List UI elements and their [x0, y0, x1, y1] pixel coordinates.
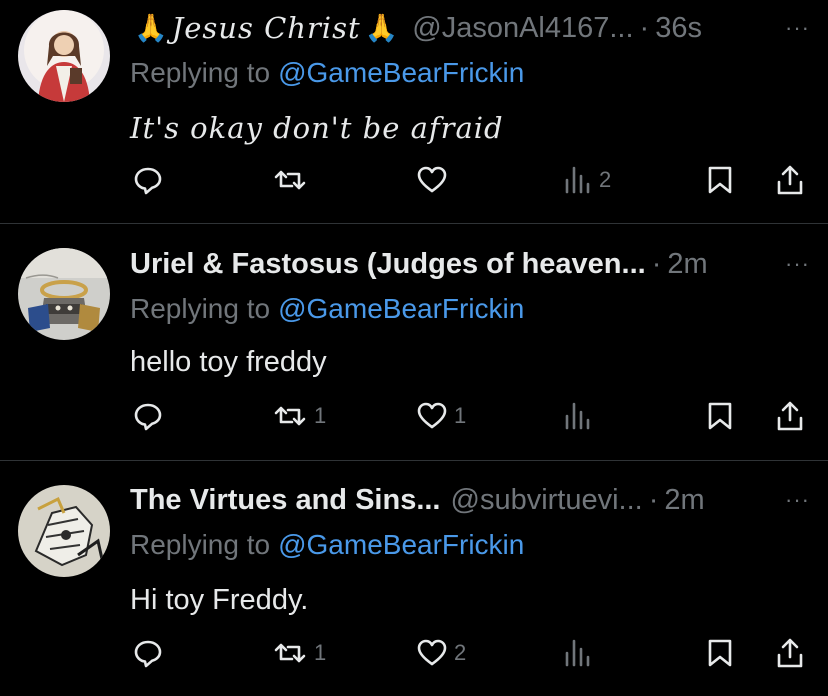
- tweet[interactable]: The Virtues and Sins... @subvirtuevi... …: [0, 461, 828, 696]
- reply-prefix: Replying to: [130, 57, 271, 88]
- share-button[interactable]: [775, 396, 805, 436]
- tweet-header: The Virtues and Sins... @subvirtuevi... …: [130, 480, 804, 520]
- reply-mention[interactable]: @GameBearFrickin: [278, 57, 524, 89]
- avatar[interactable]: [18, 10, 110, 102]
- bookmark-button[interactable]: [706, 160, 734, 200]
- retweet-count: 1: [314, 403, 327, 428]
- share-icon: [775, 163, 805, 197]
- views-button[interactable]: [563, 396, 599, 436]
- views-button[interactable]: 2: [563, 160, 611, 200]
- views-icon: [563, 400, 593, 432]
- like-button[interactable]: [416, 160, 454, 200]
- heart-icon: [416, 164, 448, 196]
- reply-icon: [132, 164, 164, 196]
- handle[interactable]: @JasonAl4167...: [412, 12, 633, 45]
- more-icon[interactable]: ···: [785, 480, 810, 520]
- avatar[interactable]: [18, 248, 110, 340]
- reply-mention[interactable]: @GameBearFrickin: [278, 529, 524, 561]
- views-icon: [563, 637, 593, 669]
- timestamp[interactable]: 36s: [655, 12, 702, 45]
- reply-button[interactable]: [132, 396, 170, 436]
- tweet[interactable]: 🙏 Jesus Christ 🙏 @JasonAl4167... · 36s ·…: [0, 0, 828, 223]
- tweet-text: Hi toy Freddy.: [130, 583, 309, 616]
- tweet-header: 🙏 Jesus Christ 🙏 @JasonAl4167... · 36s: [130, 8, 804, 48]
- reply-mention[interactable]: @GameBearFrickin: [278, 293, 524, 325]
- heart-icon: [416, 400, 448, 432]
- folded-hands-emoji: 🙏: [134, 13, 168, 43]
- reply-icon: [132, 400, 164, 432]
- display-name[interactable]: The Virtues and Sins...: [130, 484, 441, 517]
- retweet-button[interactable]: 1: [272, 633, 326, 673]
- more-icon[interactable]: ···: [785, 244, 810, 284]
- replying-to: Replying to @GameBearFrickin: [130, 526, 524, 564]
- separator-dot: ·: [651, 247, 662, 280]
- views-button[interactable]: [563, 633, 599, 673]
- separator-dot: ·: [639, 11, 650, 44]
- bookmark-icon: [706, 164, 734, 196]
- reply-prefix: Replying to: [130, 293, 271, 324]
- like-button[interactable]: 2: [416, 633, 466, 673]
- reply-prefix: Replying to: [130, 529, 271, 560]
- bookmark-button[interactable]: [706, 396, 734, 436]
- retweet-icon: [272, 164, 308, 196]
- tweet-text: It's okay don't be afraid: [130, 111, 504, 145]
- share-icon: [775, 399, 805, 433]
- retweet-count: 1: [314, 640, 327, 665]
- views-icon: [563, 164, 593, 196]
- like-button[interactable]: 1: [416, 396, 466, 436]
- tweet[interactable]: Uriel & Fastosus (Judges of heaven... · …: [0, 224, 828, 460]
- retweet-button[interactable]: [272, 160, 314, 200]
- share-button[interactable]: [775, 633, 805, 673]
- folded-hands-emoji: 🙏: [364, 13, 399, 43]
- separator-dot: ·: [648, 483, 659, 516]
- replying-to: Replying to @GameBearFrickin: [130, 54, 524, 92]
- share-icon: [775, 636, 805, 670]
- timestamp[interactable]: 2m: [664, 484, 704, 517]
- handle[interactable]: @subvirtuevi...: [451, 484, 643, 517]
- tweet-actions: 2: [0, 160, 828, 200]
- views-count: 2: [599, 167, 612, 192]
- tweet-actions: 1 1: [0, 396, 828, 436]
- bookmark-icon: [706, 637, 734, 669]
- like-count: 1: [454, 403, 467, 428]
- bookmark-button[interactable]: [706, 633, 734, 673]
- reply-button[interactable]: [132, 633, 170, 673]
- timestamp[interactable]: 2m: [667, 248, 707, 281]
- retweet-icon: [272, 400, 308, 432]
- display-name[interactable]: Uriel & Fastosus (Judges of heaven...: [130, 248, 646, 281]
- like-count: 2: [454, 640, 467, 665]
- more-icon[interactable]: ···: [785, 8, 810, 48]
- avatar[interactable]: [18, 485, 110, 577]
- tweet-text: hello toy freddy: [130, 345, 327, 378]
- tweet-actions: 1 2: [0, 633, 828, 673]
- retweet-button[interactable]: 1: [272, 396, 326, 436]
- tweet-header: Uriel & Fastosus (Judges of heaven... · …: [130, 244, 804, 284]
- bookmark-icon: [706, 400, 734, 432]
- display-name[interactable]: Jesus Christ: [172, 11, 361, 45]
- reply-icon: [132, 637, 164, 669]
- retweet-icon: [272, 637, 308, 669]
- share-button[interactable]: [775, 160, 805, 200]
- replying-to: Replying to @GameBearFrickin: [130, 290, 524, 328]
- reply-button[interactable]: [132, 160, 170, 200]
- heart-icon: [416, 637, 448, 669]
